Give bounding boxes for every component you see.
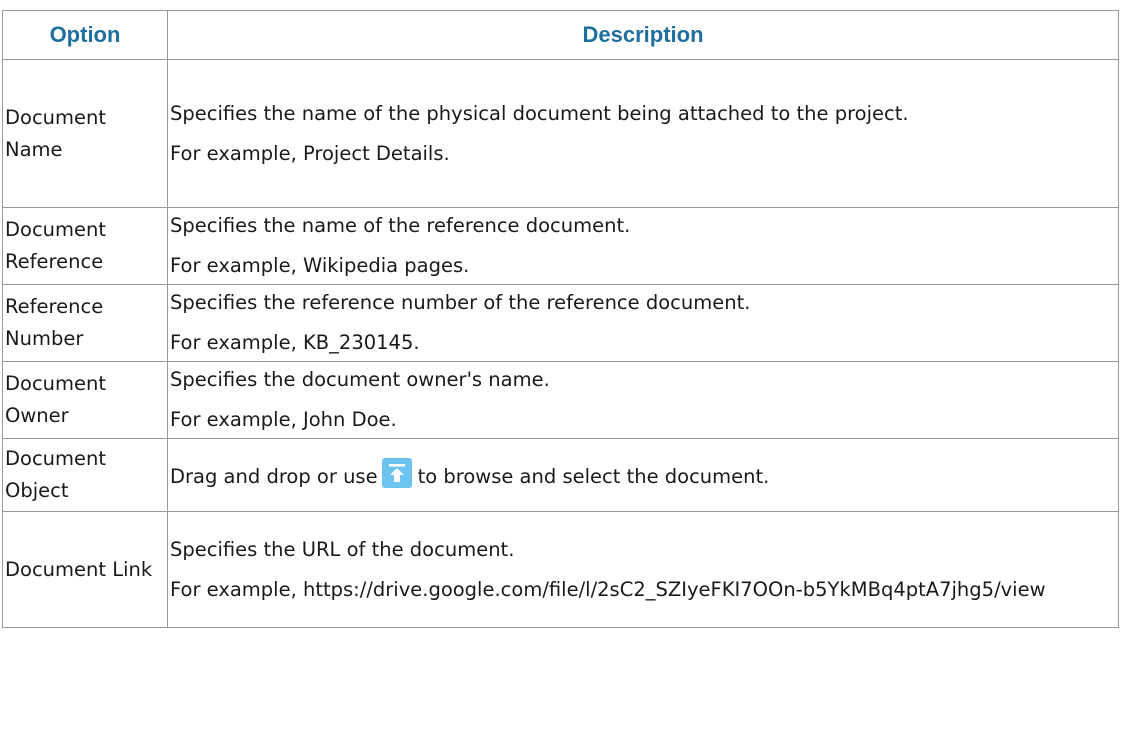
options-table: Option Description Document Name Specifi…: [2, 10, 1119, 628]
description-after-icon: to browse and select the document.: [417, 464, 770, 488]
option-description: Specifies the reference number of the re…: [167, 284, 1119, 362]
table-header-row: Option Description: [2, 10, 1119, 60]
table-row: Document Link Specifies the URL of the d…: [2, 511, 1119, 628]
option-name: Document Reference: [2, 207, 168, 285]
example-text: For example, https://drive.google.com/fi…: [170, 577, 1046, 601]
upload-icon[interactable]: [381, 457, 412, 488]
description-text: Specifies the name of the reference docu…: [170, 214, 631, 237]
table-row: Document Reference Specifies the name of…: [2, 207, 1119, 285]
option-description: Specifies the name of the reference docu…: [167, 207, 1119, 285]
table-row: Document Object Drag and drop or use to b…: [2, 438, 1119, 512]
option-column-header: Option: [2, 10, 168, 60]
table-row: Document Name Specifies the name of the …: [2, 59, 1119, 208]
example-text: For example, Project Details.: [170, 141, 450, 165]
table-row: Reference Number Specifies the reference…: [2, 284, 1119, 362]
option-name: Document Object: [2, 438, 168, 512]
option-description: Specifies the name of the physical docum…: [167, 59, 1119, 208]
description-text: Specifies the reference number of the re…: [170, 291, 751, 314]
description-text: Specifies the URL of the document.: [170, 537, 515, 561]
option-name: Document Owner: [2, 361, 168, 439]
option-name: Document Link: [2, 511, 168, 628]
table-row: Document Owner Specifies the document ow…: [2, 361, 1119, 439]
example-text: For example, Wikipedia pages.: [170, 254, 470, 277]
option-name: Reference Number: [2, 284, 168, 362]
example-text: For example, John Doe.: [170, 408, 397, 431]
option-description: Drag and drop or use to browse and select…: [167, 438, 1119, 512]
description-before-icon: Drag and drop or use: [170, 464, 378, 488]
description-text: Drag and drop or use to browse and select…: [170, 457, 1116, 493]
description-text: Specifies the name of the physical docum…: [170, 101, 909, 125]
option-name: Document Name: [2, 59, 168, 208]
option-description: Specifies the document owner's name. For…: [167, 361, 1119, 439]
description-text: Specifies the document owner's name.: [170, 368, 550, 391]
description-column-header: Description: [167, 10, 1119, 60]
example-text: For example, KB_230145.: [170, 331, 420, 354]
option-description: Specifies the URL of the document. For e…: [167, 511, 1119, 628]
